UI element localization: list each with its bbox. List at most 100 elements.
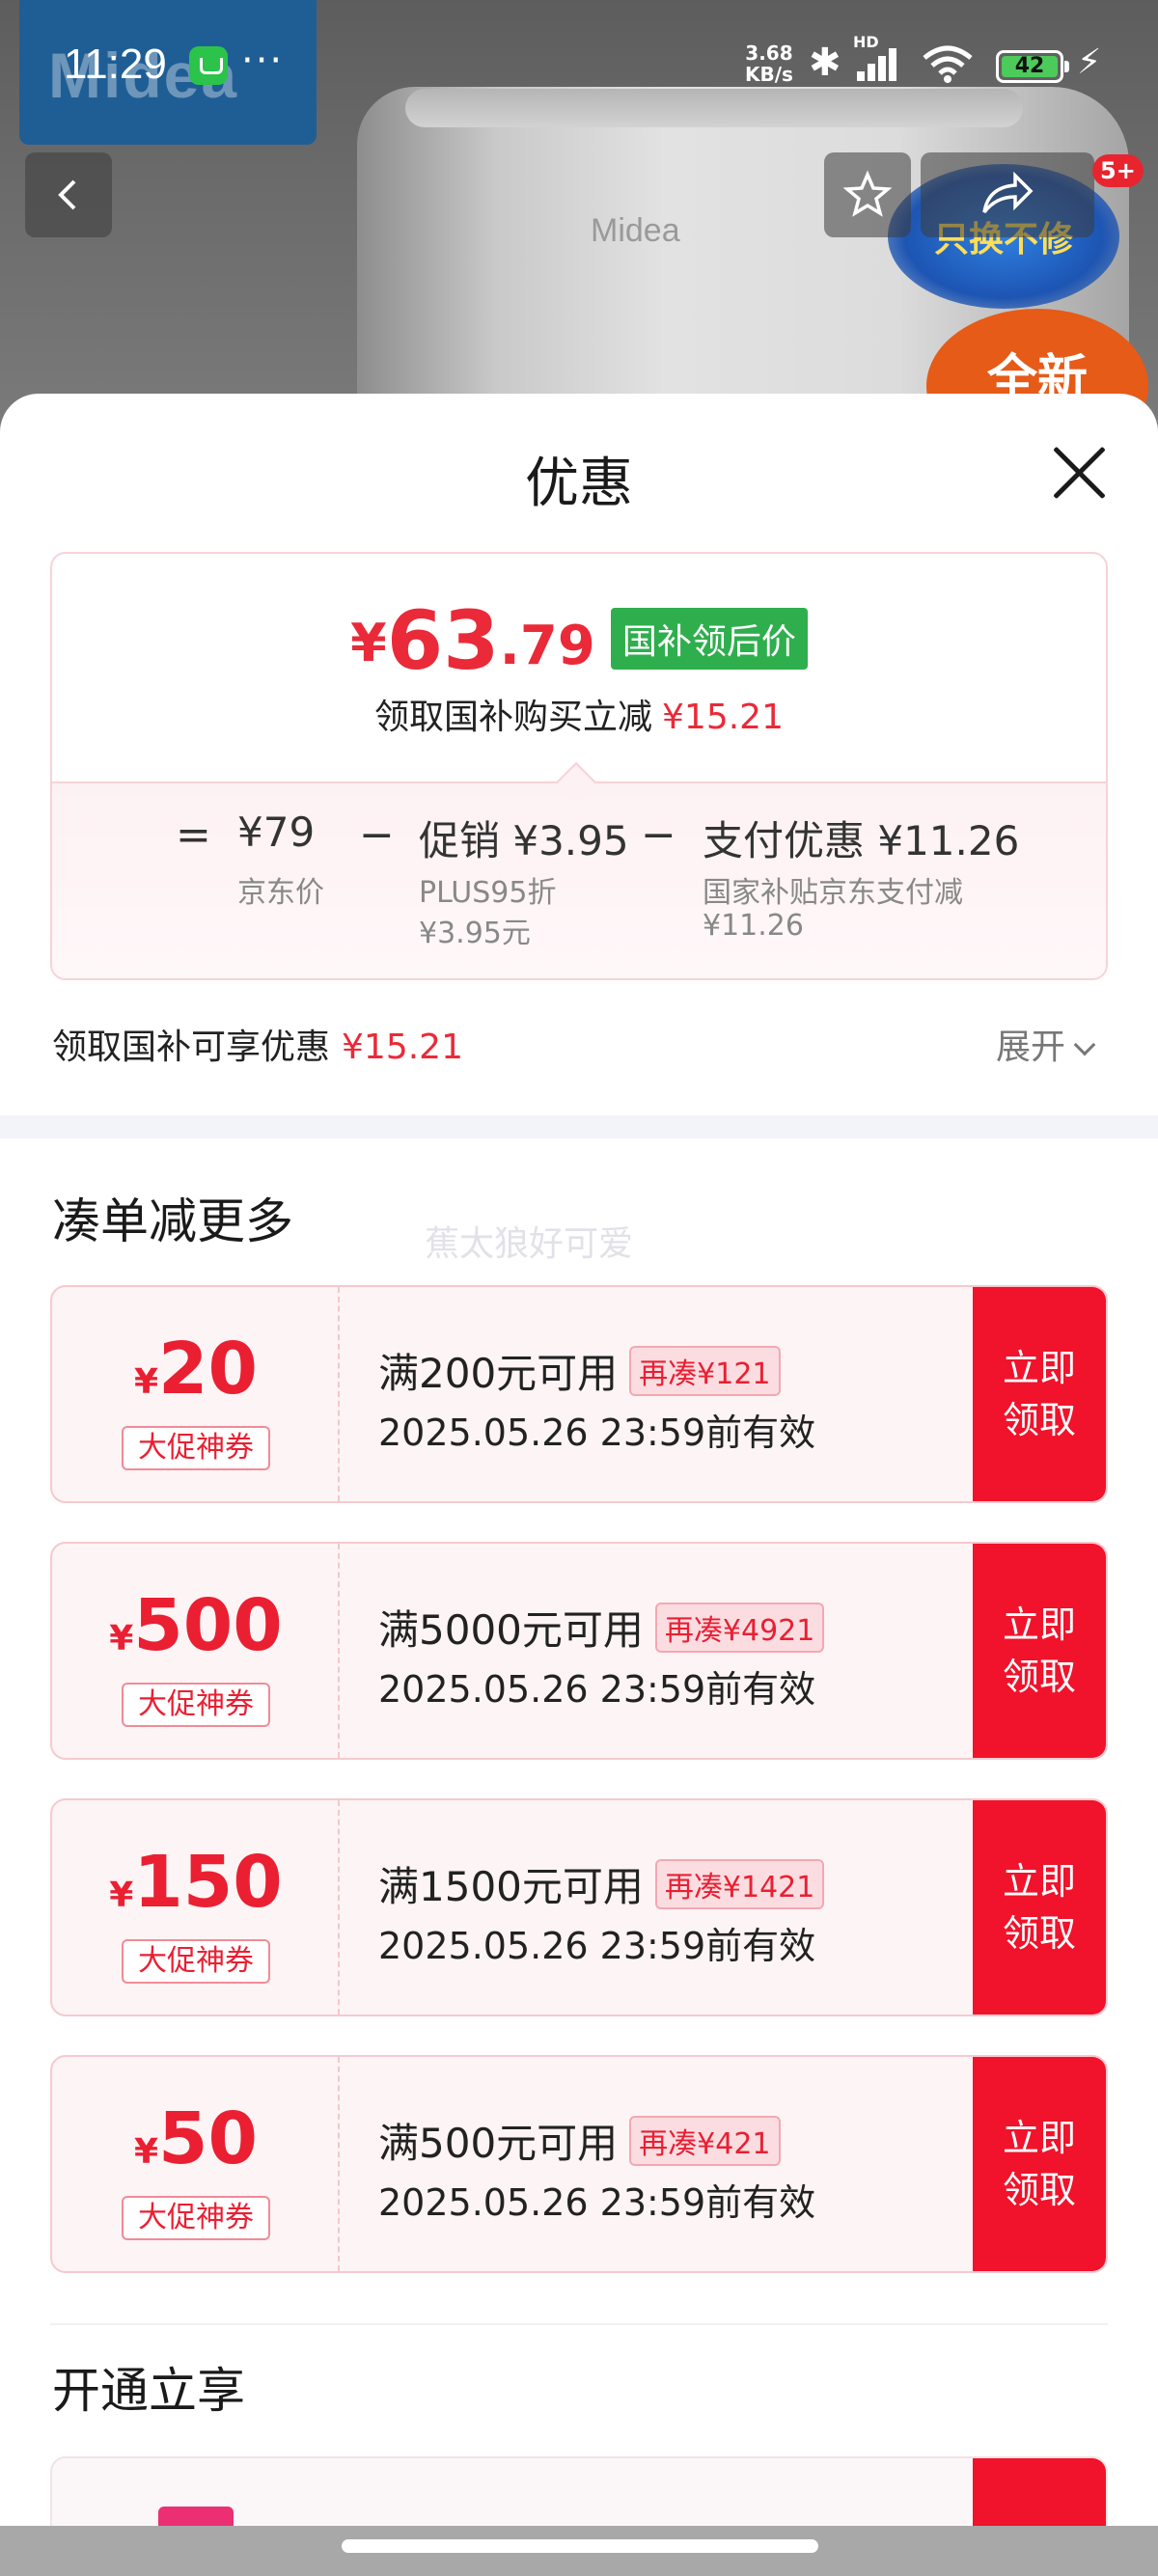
claim-button-line1: 立即 (1002, 1347, 1076, 1389)
home-gesture-bar[interactable] (342, 2539, 818, 2553)
coupon-currency: ¥ (133, 2132, 159, 2172)
coupon-type-label: 大促神券 (122, 2196, 270, 2240)
final-price-block: ¥ 63 .79 国补领后价 领取国补购买立减 ¥15.21 (52, 554, 1106, 781)
star-icon (842, 170, 893, 217)
share-icon (982, 171, 1034, 214)
net-speed-value: 3.68 (745, 41, 793, 65)
net-speed-unit: KB/s (745, 63, 793, 86)
membership-icon (158, 2507, 234, 2526)
coupon-condition-text: 满200元可用 (378, 1350, 619, 1397)
discount-sheet: 优惠 ¥ 63 .79 国补领后价 领取国补购买立减 ¥15.21 = ¥79 京… (0, 394, 1158, 2526)
cart-count-badge: 5+ (1092, 154, 1144, 187)
coupon-expiry: 2025.05.26 23:59前有效 (378, 1668, 816, 1711)
coupon-currency: ¥ (133, 1362, 159, 1402)
expand-label: 展开 (996, 1028, 1066, 1067)
coupon-amount: ¥20 (52, 1333, 340, 1405)
coupon-type-label: 大促神券 (122, 1426, 270, 1470)
coupon-card: ¥50 大促神券 满500元可用 再凑¥421 2025.05.26 23:59… (50, 2055, 1108, 2273)
expand-button[interactable]: 展开 (996, 1019, 1096, 1069)
section-divider (0, 1115, 1158, 1138)
benefit-label: 领取国补可享优惠 (52, 1028, 331, 1067)
bluetooth-icon: ✱ (809, 41, 841, 85)
membership-action-button[interactable] (973, 2458, 1106, 2526)
coupon-currency: ¥ (109, 1619, 134, 1658)
promo-note-amount: ¥3.95元 (419, 917, 531, 950)
close-button[interactable] (1050, 444, 1108, 502)
battery-level: 42 (1002, 56, 1058, 77)
claim-coupon-button[interactable]: 立即 领取 (973, 1287, 1106, 1501)
subsidy-subtitle: 领取国补购买立减 ¥15.21 (52, 689, 1106, 739)
more-notifications-icon: ··· (241, 39, 285, 83)
chevron-left-icon (58, 179, 76, 210)
coupon-card: ¥20 大促神券 满200元可用 再凑¥121 2025.05.26 23:59… (50, 1285, 1108, 1503)
coupon-type-label: 大促神券 (122, 1683, 270, 1727)
coupon-amount: ¥500 (52, 1590, 340, 1661)
subsidy-price-tag: 国补领后价 (610, 608, 808, 670)
jd-price-label: 京东价 (237, 876, 324, 910)
wifi-icon (923, 44, 973, 90)
coupon-condition-text: 满1500元可用 (378, 1863, 644, 1910)
benefit-amount: ¥15.21 (342, 1028, 463, 1067)
section-title-membership: 开通立享 (52, 2363, 245, 2419)
claim-button-line1: 立即 (1002, 2117, 1076, 2159)
price-currency: ¥ (350, 613, 387, 673)
coupon-expiry: 2025.05.26 23:59前有效 (378, 2181, 816, 2224)
claim-button-line2: 领取 (1002, 2169, 1076, 2211)
claim-button-line1: 立即 (1002, 1603, 1076, 1646)
section-separator (50, 2323, 1108, 2325)
coupon-type-label: 大促神券 (122, 1939, 270, 1984)
claim-coupon-button[interactable]: 立即 领取 (973, 1544, 1106, 1758)
coupon-value: 150 (133, 1841, 283, 1924)
back-button[interactable] (25, 152, 112, 237)
subsidy-benefit-row: 领取国补可享优惠 ¥15.21 (52, 1019, 463, 1069)
watermark: 蕉太狼好可爱 (425, 1224, 634, 1264)
membership-card (50, 2456, 1108, 2526)
coupon-gap-badge: 再凑¥421 (629, 2115, 781, 2166)
payment-note-amount: ¥11.26 (703, 909, 804, 943)
equals-sign: = (176, 810, 211, 860)
coupon-value-section: ¥500 大促神券 (52, 1544, 340, 1758)
coupon-card: ¥500 大促神券 满5000元可用 再凑¥4921 2025.05.26 23… (50, 1542, 1108, 1760)
coupon-gap-badge: 再凑¥1421 (654, 1858, 825, 1909)
coupon-value-section: ¥20 大促神券 (52, 1287, 340, 1501)
coupon-expiry: 2025.05.26 23:59前有效 (378, 1411, 816, 1454)
claim-button-line2: 领取 (1002, 1912, 1076, 1955)
coupon-value: 50 (158, 2097, 259, 2180)
status-bar: 11:29 ··· 3.68 KB/s ✱ HD 42 ⚡ (0, 0, 1158, 135)
coupon-value: 500 (133, 1584, 283, 1667)
product-logo: Midea (591, 212, 680, 249)
coupon-condition-text: 满5000元可用 (378, 1606, 644, 1654)
share-button[interactable] (921, 152, 1094, 237)
payment-discount: 支付优惠 ¥11.26 (703, 817, 1020, 864)
coupon-condition: 满200元可用 再凑¥121 (378, 1341, 781, 1400)
battery-icon: 42 (996, 50, 1069, 83)
coupon-condition: 满1500元可用 再凑¥1421 (378, 1854, 825, 1913)
jd-price: ¥79 (237, 808, 316, 856)
promo-discount: 促销 ¥3.95 (419, 817, 629, 864)
sheet-title: 优惠 (525, 452, 633, 515)
claim-button-line1: 立即 (1002, 1860, 1076, 1903)
coupon-value-section: ¥50 大促神券 (52, 2057, 340, 2271)
claim-button-line2: 领取 (1002, 1399, 1076, 1441)
coupon-amount: ¥50 (52, 2103, 340, 2175)
subsidy-subtitle-amount: ¥15.21 (662, 698, 784, 737)
final-price: ¥ 63 .79 国补领后价 (52, 600, 1106, 681)
price-decimal: .79 (499, 615, 595, 677)
subsidy-subtitle-text: 领取国补购买立减 (374, 698, 653, 737)
section-title-more-discounts: 凑单减更多 (52, 1193, 293, 1249)
coupon-gap-badge: 再凑¥4921 (654, 1602, 825, 1653)
price-integer: 63 (386, 593, 500, 688)
coupon-condition-text: 满500元可用 (378, 2120, 619, 2167)
coupon-card: ¥150 大促神券 满1500元可用 再凑¥1421 2025.05.26 23… (50, 1798, 1108, 2016)
coupon-value-section: ¥150 大促神券 (52, 1800, 340, 2014)
network-type-label: HD (853, 33, 879, 51)
coupon-condition: 满5000元可用 再凑¥4921 (378, 1598, 825, 1657)
favorite-button[interactable] (824, 152, 911, 237)
notification-app-icon (189, 46, 228, 85)
cell-signal-icon: HD (853, 33, 907, 81)
claim-coupon-button[interactable]: 立即 领取 (973, 1800, 1106, 2014)
minus-sign: − (641, 810, 676, 860)
claim-coupon-button[interactable]: 立即 领取 (973, 2057, 1106, 2271)
status-time: 11:29 (64, 41, 167, 88)
price-calculation: = ¥79 京东价 − 促销 ¥3.95 PLUS95折 ¥3.95元 − 支付… (52, 781, 1106, 978)
